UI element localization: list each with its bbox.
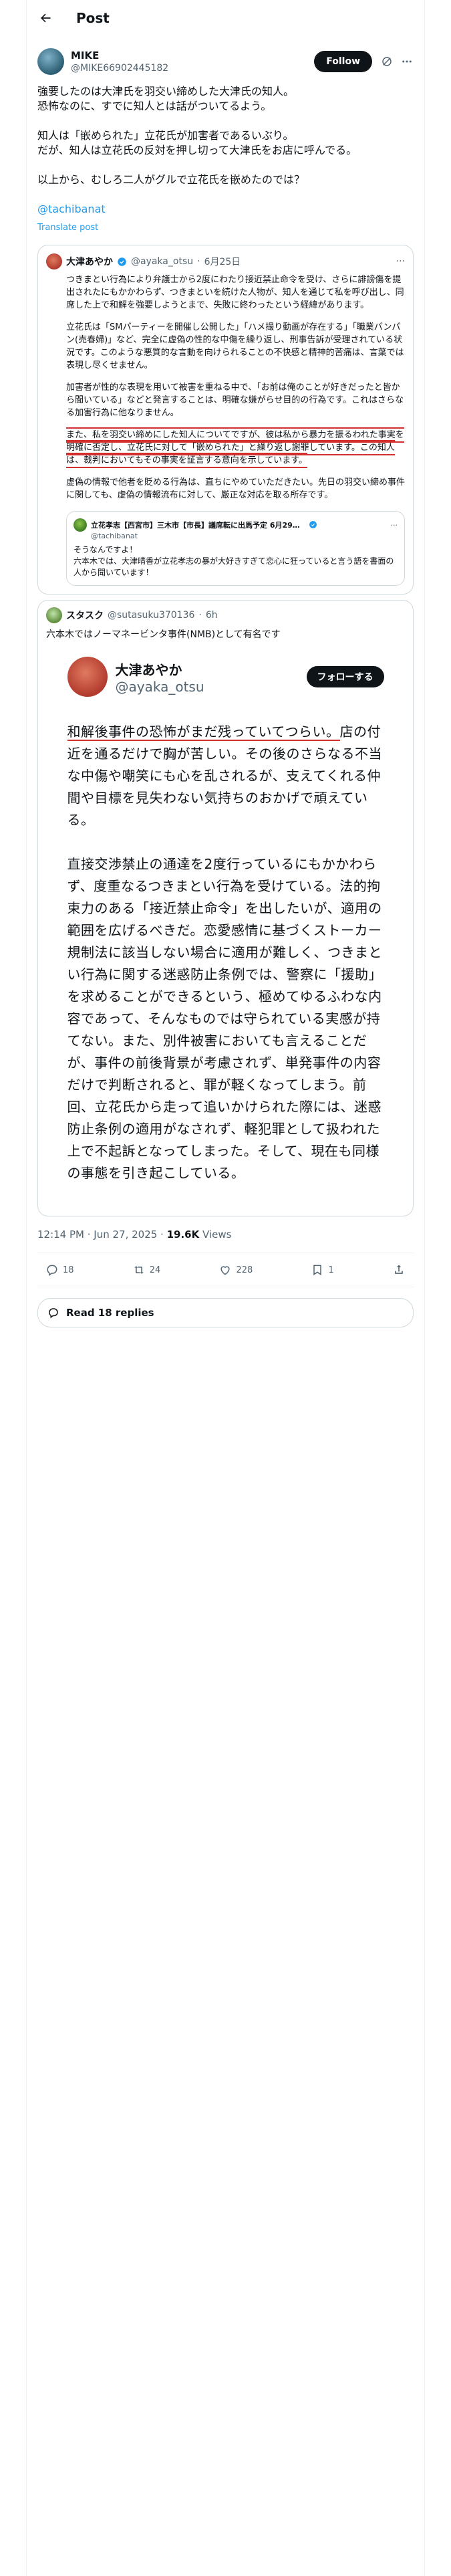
repost-button[interactable]: 24 [132, 1263, 161, 1277]
bookmark-icon [313, 1265, 322, 1276]
mention-link[interactable]: @tachibanat [37, 202, 414, 217]
screenshot-follow-button: フォローする [306, 666, 384, 687]
author-name[interactable]: MIKE [71, 49, 314, 62]
nested-quote-text: そうなんですよ！ 六本木では、大津晴香が立花孝志の暴が大好きすぎて恋心に狂ってい… [73, 545, 394, 577]
second-quoted-post[interactable]: スタスク @sutasuku370136 · 6h 六本木ではノーマネービンタ事… [37, 600, 414, 1216]
replies-icon [49, 1308, 58, 1319]
reply-count: 18 [63, 1265, 74, 1275]
post-line: 強要したのは大津氏を羽交い締めした大津氏の知人。 [37, 85, 295, 98]
card-text: 六本木ではノーマネービンタ事件(NMB)として有名です [46, 629, 281, 640]
card-author-name[interactable]: スタスク [66, 609, 104, 622]
verified-badge-icon [117, 257, 127, 267]
more-options-icon[interactable]: ··· [391, 521, 398, 530]
author-handle[interactable]: @MIKE66902445182 [71, 62, 314, 74]
post-line: 以上から、むしろ二人がグルで立花氏を嵌めたのでは？ [37, 173, 305, 186]
quote-paragraph: 加害者が性的な表現を用いて被害を重ねる中で、「お前は俺のことが好きだったと皆から… [66, 383, 404, 418]
reply-icon [47, 1265, 57, 1276]
card-time: 6h [205, 610, 218, 621]
action-bar: 18 24 228 1 [27, 1253, 424, 1287]
quote-handle[interactable]: @ayaka_otsu [131, 256, 193, 267]
reply-button[interactable]: 18 [45, 1263, 74, 1277]
share-icon [395, 1265, 403, 1274]
post-line: だが、知人は立花氏の反対を押し切って大津氏をお店に呼んでる。 [37, 144, 357, 156]
screenshot-text: 和解後事件の恐怖がまだ残っていてつらい。店の付近を通るだけで胸が苦しい。その後の… [67, 724, 382, 1181]
right-rail [424, 0, 451, 2576]
bookmark-count: 1 [328, 1265, 334, 1275]
nested-quote-avatar[interactable] [73, 518, 87, 532]
quote-text: つきまとい行為により弁護士から2度にわたり接近禁止命令を受け、さらに誹謗傷を提出… [46, 274, 405, 502]
like-button[interactable]: 228 [218, 1263, 253, 1277]
embedded-screenshot[interactable]: 大津あやか @ayaka_otsu フォローする 和解後事件の恐怖がまだ残ってい… [67, 657, 384, 1184]
avatar[interactable] [37, 48, 64, 75]
translate-post-link[interactable]: Translate post [37, 221, 414, 235]
read-replies-label: Read 18 replies [66, 1307, 154, 1319]
screenshot-handle: @ayaka_otsu [115, 678, 204, 695]
read-replies-button[interactable]: Read 18 replies [37, 1298, 414, 1327]
top-bar: Post [27, 0, 424, 36]
like-count: 228 [236, 1265, 253, 1275]
heart-icon [220, 1266, 231, 1275]
avatar[interactable] [46, 607, 62, 623]
quote-avatar[interactable] [46, 253, 62, 270]
more-options-icon[interactable]: ··· [396, 256, 405, 267]
repost-icon [134, 1266, 144, 1274]
verified-badge-icon [309, 520, 319, 530]
quoted-post[interactable]: 大津あやか @ayaka_otsu · 6月25日 ··· つきまとい行為により… [37, 245, 414, 595]
grok-icon[interactable] [380, 55, 394, 68]
quote-highlight: また、私を羽交い締めにした知人についてですが、彼は私から暴力を振るわれた事実を明… [66, 427, 405, 468]
bookmark-button[interactable]: 1 [311, 1263, 334, 1277]
post-meta: 12:14 PM · Jun 27, 2025 · 19.6K Views [37, 1228, 232, 1241]
follow-button[interactable]: Follow [314, 51, 372, 72]
quote-paragraph: 虚偽の情報で他者を貶める行為は、直ちにやめていただきたい。先日の羽交い締め事件に… [66, 477, 406, 500]
quote-author-name[interactable]: 大津あやか [66, 255, 113, 268]
quote-paragraph: 立花氏は「SMパーティーを開催し公開した」「ハメ撮り動画が存在する」「職業パンパ… [66, 322, 404, 370]
main-column: Post MIKE @MIKE66902445182 Follow 強要したのは… [27, 0, 424, 1327]
post-line: 知人は「嵌められた」立花氏が加害者であるいぶり。 [37, 129, 294, 142]
nested-quoted-post[interactable]: 立花孝志【西宮市】三木市【市長】議席転に出馬予定 6月29日投票… ··· @t… [66, 511, 405, 586]
post-author: MIKE @MIKE66902445182 Follow [27, 36, 424, 80]
nested-quote-author-name[interactable]: 立花孝志【西宮市】三木市【市長】議席転に出馬予定 6月29日投票… [91, 520, 305, 530]
nested-quote-handle[interactable]: @tachibanat [73, 532, 398, 540]
left-rail [0, 0, 27, 2576]
page-title: Post [76, 10, 110, 26]
quote-paragraph: つきまとい行為により弁護士から2度にわたり接近禁止命令を受け、さらに誹謗傷を提出… [66, 275, 404, 310]
more-options-icon[interactable] [400, 55, 414, 68]
post-line: 恐怖なのに、すでに知人とは話がついてるよう。 [37, 100, 272, 112]
quote-date: 6月25日 [204, 257, 241, 267]
back-arrow-icon[interactable] [37, 10, 53, 26]
card-handle[interactable]: @sutasuku370136 [108, 610, 194, 621]
post-text: 強要したのは大津氏を羽交い締めした大津氏の知人。 恐怖なのに、すでに知人とは話が… [27, 80, 424, 235]
view-count: 19.6K [166, 1228, 200, 1241]
screenshot-avatar [67, 657, 108, 697]
repost-count: 24 [149, 1265, 161, 1275]
post-timestamp[interactable]: 12:14 PM · Jun 27, 2025 · [37, 1228, 167, 1241]
share-button[interactable] [392, 1263, 406, 1277]
screenshot-author-name: 大津あやか [115, 661, 182, 678]
